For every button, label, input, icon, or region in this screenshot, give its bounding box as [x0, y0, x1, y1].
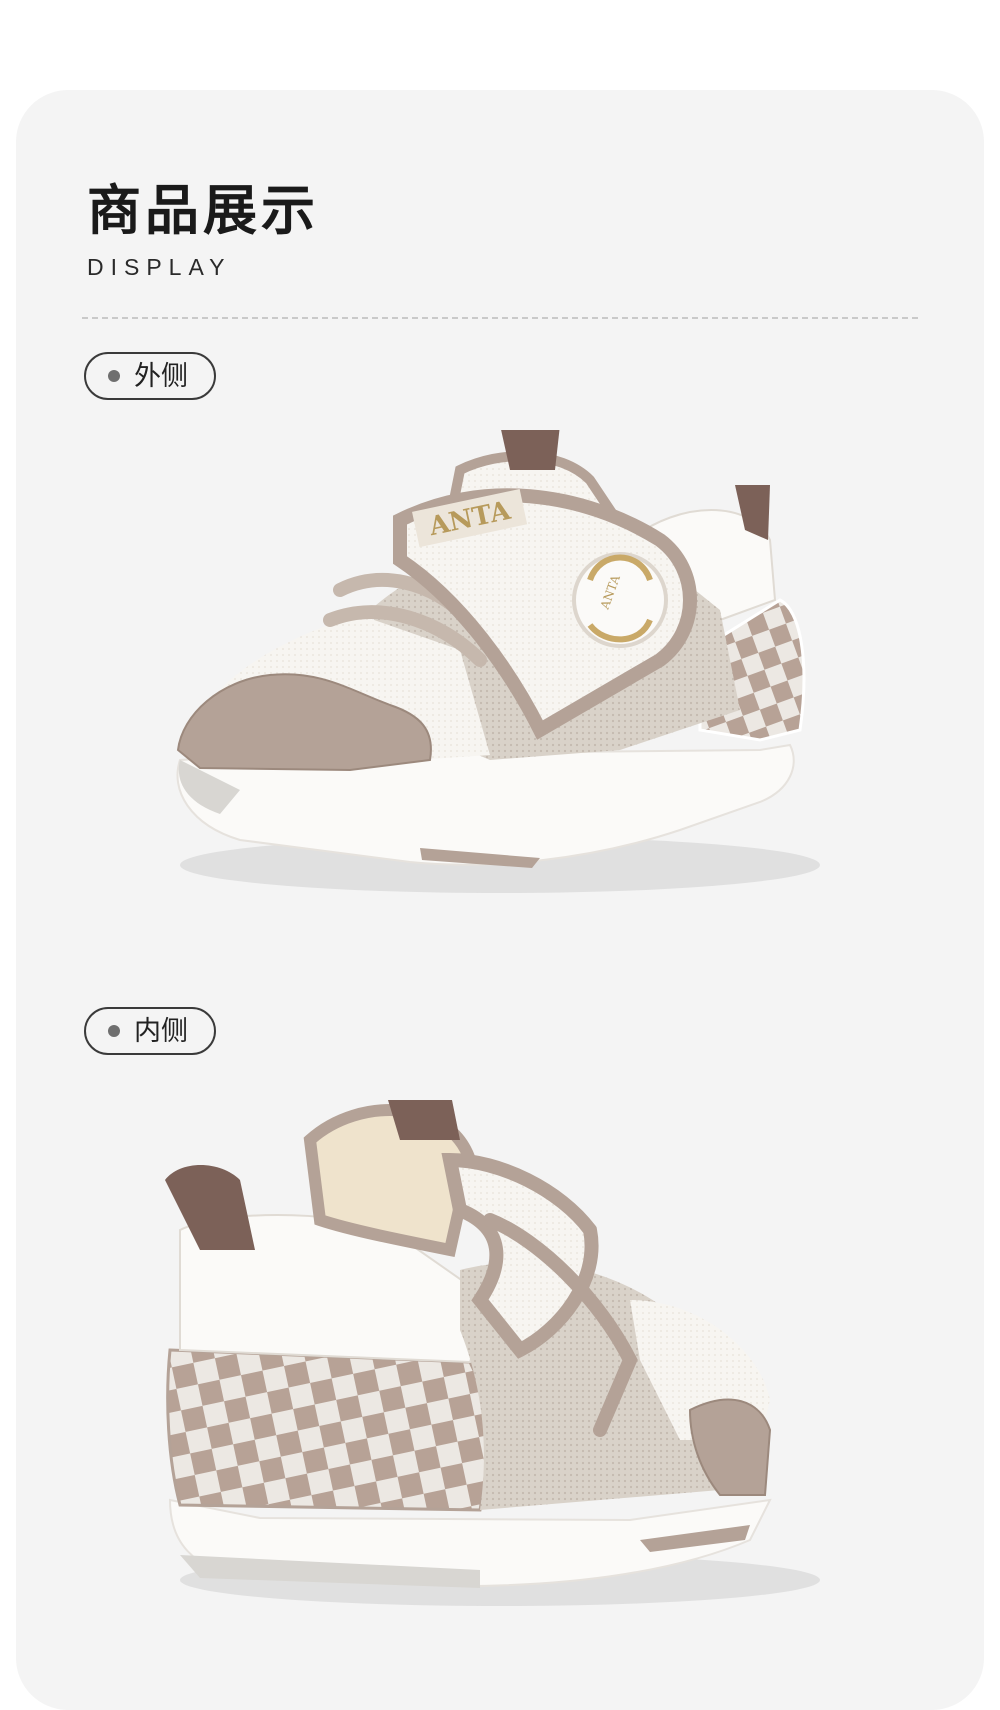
bullet-dot-icon — [108, 370, 120, 382]
view-tag-label: 内侧 — [134, 1015, 188, 1047]
section-title: 商品展示 — [87, 179, 319, 242]
view-tag-inner: 内侧 — [84, 1007, 216, 1055]
dashed-divider — [82, 317, 918, 319]
shoe-inner-side-image — [165, 1100, 820, 1606]
view-tag-outer: 外侧 — [84, 352, 216, 400]
bullet-dot-icon — [108, 1025, 120, 1037]
view-tag-label: 外侧 — [134, 360, 188, 392]
shoe-outer-side-image: ANTA ANTA — [176, 430, 820, 893]
section-subtitle: DISPLAY — [87, 254, 232, 280]
